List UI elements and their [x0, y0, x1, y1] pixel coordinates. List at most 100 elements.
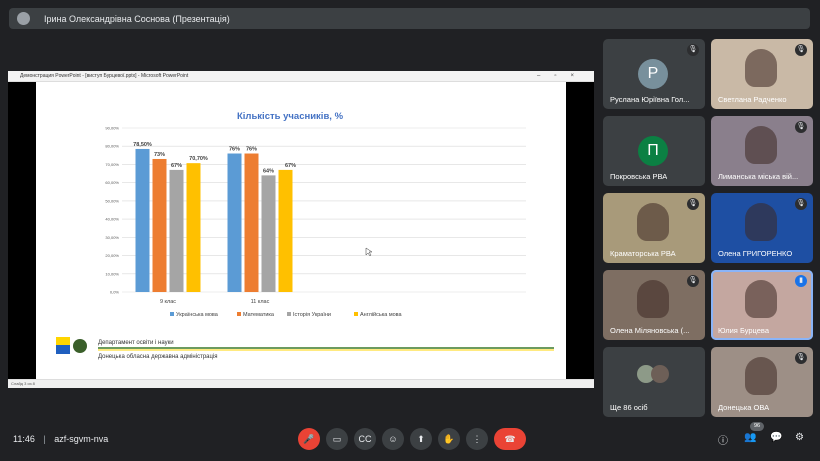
participant-video — [745, 126, 777, 164]
y-tick-label: 90,00% — [105, 126, 119, 131]
chart: Кількість учасників, % 0,0% 10,00% 20,00% 30… — [56, 111, 554, 360]
end-call-button[interactable]: ☎ — [494, 428, 526, 450]
bar — [278, 169, 293, 292]
people-count-badge: 96 — [750, 422, 764, 431]
y-tick-label: 60,00% — [105, 180, 119, 185]
participant-tile[interactable]: Ще 86 осіб — [603, 347, 705, 417]
x-tick-label: 11 клас — [251, 299, 270, 305]
meeting-time: 11:46 | azf-sgvm-nva — [13, 434, 108, 444]
shared-screen: Демонстрация PowerPoint - [виступ Бурцев… — [8, 71, 594, 388]
participant-name: Лиманська міська вій... — [718, 172, 799, 181]
participant-video — [745, 203, 777, 241]
participant-name: Руслана Юріївна Гол... — [610, 95, 690, 104]
y-tick-label: 80,00% — [105, 144, 119, 149]
data-label: 64% — [263, 168, 274, 174]
activities-icon[interactable]: ⚙ — [795, 432, 804, 443]
chart-title: Кількість учасників, % — [237, 111, 344, 122]
bar — [186, 163, 201, 292]
ppt-slide-counter: Слайд 3 из 8 — [11, 381, 35, 386]
legend-swatch — [354, 312, 358, 316]
participant-tile[interactable]: ▮ Юлия Бурцева — [711, 270, 813, 340]
letterbox-left — [8, 82, 36, 379]
bar — [261, 175, 276, 292]
bar — [227, 153, 242, 292]
data-label: 73% — [154, 152, 165, 158]
data-label: 67% — [171, 163, 182, 169]
participant-name: Донецька ОВА — [718, 403, 770, 412]
legend-swatch — [237, 312, 241, 316]
y-tick-label: 0,0% — [110, 290, 120, 295]
legend-label: Математика — [243, 312, 275, 318]
participant-tile[interactable]: 🎙 Краматорська РВА — [603, 193, 705, 263]
data-label: 67% — [285, 163, 296, 169]
mic-muted-icon: 🎙 — [795, 352, 807, 364]
y-tick-label: 50,00% — [105, 198, 119, 203]
letterbox-right — [566, 82, 594, 379]
participant-tile[interactable]: 🎙 Олена ГРИГОРЕНКО — [711, 193, 813, 263]
seal-icon — [73, 339, 87, 353]
participant-name: Олена Міляновська (... — [610, 326, 690, 335]
participant-name: Покровська РВА — [610, 172, 668, 181]
participant-tile[interactable]: 🎙 Донецька ОВА — [711, 347, 813, 417]
ppt-window-title: Демонстрация PowerPoint - [виступ Бурцев… — [20, 73, 189, 79]
presenter-title: Ірина Олександрівна Соснова (Презентація… — [44, 13, 230, 24]
data-label: 78,50% — [133, 142, 152, 148]
bar — [169, 169, 184, 292]
mic-muted-icon: 🎙 — [795, 198, 807, 210]
mic-muted-icon: 🎙 — [795, 121, 807, 133]
bar — [244, 153, 259, 292]
data-label: 70,70% — [189, 156, 208, 162]
legend-label: Історія України — [293, 312, 331, 318]
participant-initial-avatar: Р — [638, 59, 668, 89]
clock-text: 11:46 — [13, 434, 35, 444]
emoji-button[interactable]: ☺ — [382, 428, 404, 450]
x-tick-label: 9 клас — [160, 299, 176, 305]
participant-name: Светлана Радченко — [718, 95, 787, 104]
emblem-icon-lower — [56, 345, 70, 354]
participant-tile[interactable]: 🎙 Олена Міляновська (... — [603, 270, 705, 340]
raise-hand-button[interactable]: ✋ — [438, 428, 460, 450]
y-tick-label: 20,00% — [105, 253, 119, 258]
participant-initial-avatar: П — [638, 136, 668, 166]
bar — [152, 158, 167, 292]
slide-content: Кількість учасників, % 0,0% 10,00% 20,00% 30… — [44, 82, 566, 379]
participant-tile[interactable]: 🎙 Светлана Радченко — [711, 39, 813, 109]
chat-icon[interactable]: 💬 — [770, 432, 782, 443]
people-icon[interactable]: 👥 — [744, 432, 756, 443]
speaking-indicator-icon: ▮ — [795, 275, 807, 287]
participant-name: Олена ГРИГОРЕНКО — [718, 249, 793, 258]
footer-admin: Донецька обласна державна адміністрація — [98, 354, 218, 360]
y-tick-label: 70,00% — [105, 162, 119, 167]
mic-muted-icon: 🎙 — [687, 44, 699, 56]
present-button[interactable]: ⬆ — [410, 428, 432, 450]
camera-button[interactable]: ▭ — [326, 428, 348, 450]
ppt-title-bar: Демонстрация PowerPoint - [виступ Бурцев… — [8, 71, 594, 82]
data-label: 76% — [229, 147, 240, 153]
mic-off-button[interactable]: 🎤 — [298, 428, 320, 450]
meeting-code: azf-sgvm-nva — [54, 434, 109, 444]
participant-name: Ще 86 осіб — [610, 403, 648, 412]
ppt-window-controls: –▫× — [537, 73, 588, 79]
mouse-cursor-icon — [365, 247, 373, 257]
participant-tile[interactable]: П Покровська РВА — [603, 116, 705, 186]
mic-muted-icon: 🎙 — [687, 275, 699, 287]
more-options-button[interactable]: ⋮ — [466, 428, 488, 450]
participant-video — [745, 280, 777, 318]
mic-muted-icon: 🎙 — [795, 44, 807, 56]
participant-tile[interactable]: Р 🎙 Руслана Юріївна Гол... — [603, 39, 705, 109]
participant-name: Юлия Бурцева — [718, 326, 769, 335]
legend-label: Українська мова — [176, 312, 219, 318]
legend-swatch — [170, 312, 174, 316]
bar — [135, 148, 150, 292]
participant-video — [745, 49, 777, 87]
captions-button[interactable]: CC — [354, 428, 376, 450]
y-tick-label: 30,00% — [105, 235, 119, 240]
avatar-stack — [637, 365, 671, 383]
participant-video — [745, 357, 777, 395]
footer-dept: Департамент освіти і науки — [98, 340, 174, 346]
bottom-bar: 11:46 | azf-sgvm-nva 🎤 ▭ CC ☺ ⬆ ✋ ⋮ ☎ ⓘ … — [0, 425, 820, 455]
divider: | — [43, 434, 46, 444]
data-label: 76% — [246, 147, 257, 153]
participant-tile[interactable]: 🎙 Лиманська міська вій... — [711, 116, 813, 186]
info-icon[interactable]: ⓘ — [718, 432, 728, 447]
